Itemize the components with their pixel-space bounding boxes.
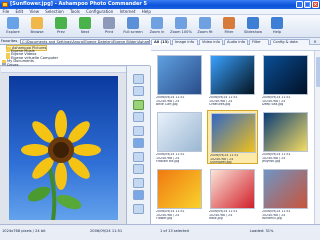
zoom-in-icon [151,17,163,29]
thumbnail-item[interactable]: 2006/09/24 11:51 1024x768 / 24 Sunflower.j… [207,110,258,164]
title-bar: [Sunflower.jpg] - Ashampoo Photo Command… [0,0,320,9]
thumbnail-image [210,55,255,95]
toolbar-label: Print [104,30,114,34]
thumbnail-image [211,113,256,153]
thumbnail-image [263,169,308,209]
thumbnail-item[interactable]: 2006/09/24 11:51 1024x768 / 24 Creatures.j… [207,53,258,107]
toolbar-label: Next [80,30,90,34]
thumbnail-image [157,55,202,95]
toolbar-button-2[interactable]: Prev [50,15,72,38]
toolbar-label: Full screen [123,30,143,34]
thumbnail-item[interactable]: 2006/09/24 11:51 1024x768 / 24 Deep Sea.jp… [260,53,311,107]
toolbar-label: Filter [224,30,234,34]
toolbar-label: Prev [57,30,65,34]
window-title: [Sunflower.jpg] - Ashampoo Photo Command… [10,1,148,7]
folder-tree: Ashampoo Pictures Eigene Musik Eigene Vi… [0,45,150,67]
crop-icon[interactable] [133,112,144,122]
thumbnail-item[interactable]: 2006/09/24 11:51 1024x768 / 24 Windmill.jp… [260,167,311,221]
scrollbar-thumb[interactable] [315,57,320,87]
toolbar-label: Explore [6,30,20,34]
toolbar-button-8[interactable]: Zoom fit [194,15,216,38]
thumbnail-name: Rose.jpg [209,217,223,220]
thumbnail-grid: 2006/09/24 11:51 1024x768 / 24 Belle Cart.… [151,45,320,224]
rotate-left-icon[interactable] [133,74,144,84]
toolbar-button-9[interactable]: Filter [218,15,240,38]
filter-icon [223,17,235,29]
toolbar-button-10[interactable]: Slideshow [242,15,264,38]
toolbar-button-0[interactable]: Explore [2,15,24,38]
thumbnail-image [210,169,255,209]
view-tabs: All (13) Image info Video info Audio inf… [151,38,320,45]
thumbnail-name: Windmill.jpg [262,217,282,220]
zoom-100-icon [175,17,187,29]
toolbar-button-11[interactable]: Help [266,15,288,38]
thumbnail-name: Flower.jpg [156,217,173,220]
preview-image[interactable] [9,76,118,220]
thumbnail-name: Sunflower.jpg [210,161,232,164]
status-zoom: Loaded: 31% [250,229,274,233]
main-toolbar: Explore Browse Prev Next Print Full screen Zoo… [0,15,320,38]
toolbar-button-4[interactable]: Print [98,15,120,38]
sharpen-icon[interactable] [133,164,144,174]
thumbnail-name: Belle Cart.jpg [156,103,178,106]
toolbar-label: Slideshow [243,30,263,34]
toolbar-label: Zoom 100% [170,30,192,34]
fullscreen-icon [127,17,139,29]
thumbnail-item[interactable]: 2006/09/24 11:51 1024x768 / 24 Rose.jpg [207,167,258,221]
side-tool-strip [127,66,151,224]
close-tab-icon[interactable]: × [312,39,318,44]
status-dimensions: 1024x768 pixels / 24 bit [2,229,46,233]
thumbnail-name: Jellyfish.jpg [262,160,281,163]
thumbnail-item[interactable]: 2006/09/24 11:51 1024x768 / 24 Belle Cart.… [154,53,205,107]
toolbar-button-6[interactable]: Zoom in [146,15,168,38]
print-icon [103,17,115,29]
thumbnail-scrollbar[interactable] [314,51,320,224]
thumbnail-name: Frosted Ice.jpg [156,160,180,163]
thumbnail-image [263,55,308,95]
toolbar-button-3[interactable]: Next [74,15,96,38]
thumbnail-image [157,169,202,209]
toolbar-button-7[interactable]: Zoom 100% [170,15,192,38]
toolbar-button-1[interactable]: Browse [26,15,48,38]
next-icon [79,17,91,29]
thumbnail-name: Deep Sea.jpg [262,103,284,106]
favorites-button[interactable]: Favorites [1,39,19,44]
status-date: 2006/09/24 11:51 [90,229,123,233]
prev-icon [55,17,67,29]
toolbar-label: Help [272,30,282,34]
thumbnail-name: Creatures.jpg [209,103,231,106]
thumbnail-toolbar [151,45,320,51]
rename-icon[interactable] [133,190,144,200]
preview-pane [0,66,127,224]
toolbar-label: Zoom in [149,30,165,34]
toolbar-button-5[interactable]: Full screen [122,15,144,38]
color-correct-icon[interactable] [133,138,144,148]
thumbnail-item[interactable]: 2006/09/24 11:51 1024x768 / 24 Frosted Ice… [154,110,205,164]
close-button[interactable]: × [312,1,319,8]
email-icon[interactable] [133,100,144,110]
resize-icon[interactable] [133,126,144,136]
thumbnail-item[interactable]: 2006/09/24 11:51 1024x768 / 24 Flower.jpg [154,167,205,221]
toolbar-label: Browse [30,30,44,34]
rotate-right-icon[interactable] [133,86,144,96]
red-eye-icon[interactable] [133,152,144,162]
status-bar: 1024x768 pixels / 24 bit 2006/09/24 11:5… [0,224,320,240]
minimize-button[interactable]: _ [296,1,303,8]
browse-icon [31,17,43,29]
slideshow-icon [247,17,259,29]
app-icon [2,2,8,7]
help-icon [271,17,283,29]
preview-toolbar [1,67,126,73]
thumbnail-image [157,112,202,152]
toolbar-label: Zoom fit [197,30,213,34]
thumbnail-image [263,112,308,152]
convert-icon[interactable] [133,178,144,188]
explore-icon [7,17,19,29]
path-field[interactable]: C:\Documents and Settings\Anpro\Eigene D… [20,39,150,44]
status-selection: 1 of 13 selected [160,229,189,233]
zoom-fit-icon [199,17,211,29]
maximize-button[interactable]: □ [304,1,311,8]
delete-icon[interactable] [133,204,144,214]
thumbnail-item[interactable]: 2006/09/24 11:51 1024x768 / 24 Jellyfish.j… [260,110,311,164]
